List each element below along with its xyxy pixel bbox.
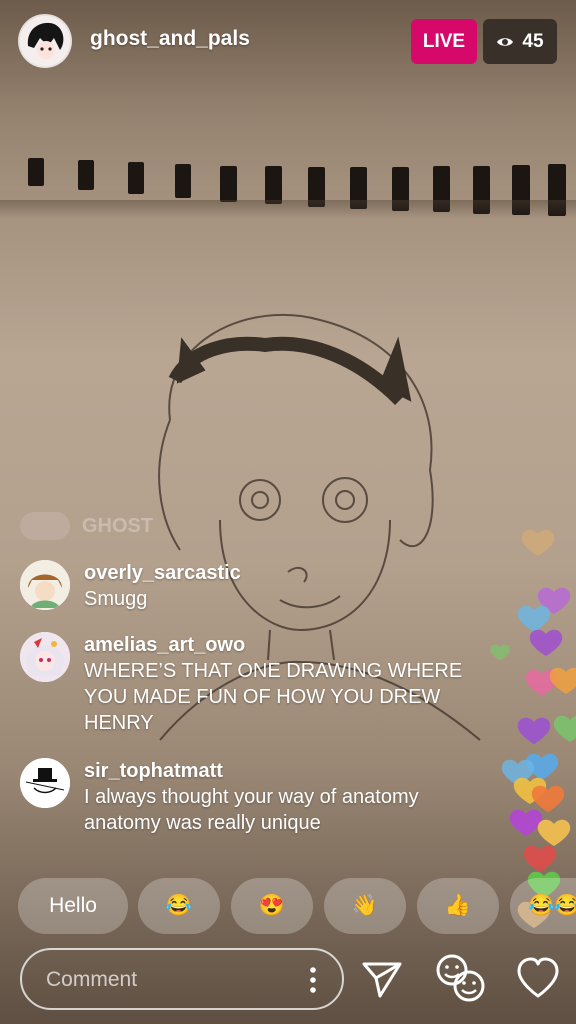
host-avatar[interactable]: [20, 16, 70, 66]
comment-item: sir_tophatmatt I always thought your way…: [20, 758, 480, 836]
comment-text: I always thought your way of anatomy ana…: [84, 786, 419, 834]
viewer-count-badge[interactable]: 45: [483, 19, 557, 64]
paper-edge-shadow: [0, 200, 576, 218]
comment-text: Smugg: [84, 588, 148, 610]
quick-reply-heart-eyes[interactable]: 😍: [231, 878, 313, 934]
comment-username[interactable]: sir_tophatmatt: [84, 758, 484, 784]
quick-reply-thumbs-up[interactable]: 👍: [417, 878, 499, 934]
comment-text: WHERE’S THAT ONE DRAWING WHERE YOU MADE …: [84, 660, 463, 734]
quick-reply-wave[interactable]: 👋: [324, 878, 406, 934]
host-username[interactable]: ghost_and_pals: [90, 27, 250, 51]
comment-avatar[interactable]: [20, 560, 70, 610]
faded-comment-avatar: [20, 512, 70, 540]
viewer-count: 45: [522, 30, 544, 52]
heart-icon[interactable]: [514, 952, 562, 1004]
faded-comment: GHOST: [20, 512, 153, 540]
comment-input[interactable]: [44, 964, 298, 996]
avatar-image: [20, 560, 70, 610]
eye-icon: [497, 37, 514, 46]
face-filter-icon[interactable]: [434, 952, 488, 1004]
comment-username[interactable]: overly_sarcastic: [84, 560, 241, 586]
avatar-image: [20, 758, 70, 808]
comment-field[interactable]: [20, 948, 344, 1010]
live-badge: LIVE: [411, 19, 477, 64]
quick-reply-double-laughing[interactable]: 😂😂: [510, 878, 576, 934]
comment-avatar[interactable]: [20, 632, 70, 682]
avatar-image: [20, 632, 70, 682]
more-options-icon[interactable]: [310, 967, 316, 993]
quick-reply-hello[interactable]: Hello: [18, 878, 128, 934]
comment-username[interactable]: amelias_art_owo: [84, 632, 474, 658]
comment-item: amelias_art_owo WHERE’S THAT ONE DRAWING…: [20, 632, 480, 736]
avatar-image: [20, 16, 70, 66]
faded-comment-username: GHOST: [82, 514, 154, 537]
send-icon[interactable]: [358, 952, 406, 1004]
comment-avatar[interactable]: [20, 758, 70, 808]
quick-reply-laughing[interactable]: 😂: [138, 878, 220, 934]
comment-item: overly_sarcastic Smugg: [20, 560, 480, 612]
